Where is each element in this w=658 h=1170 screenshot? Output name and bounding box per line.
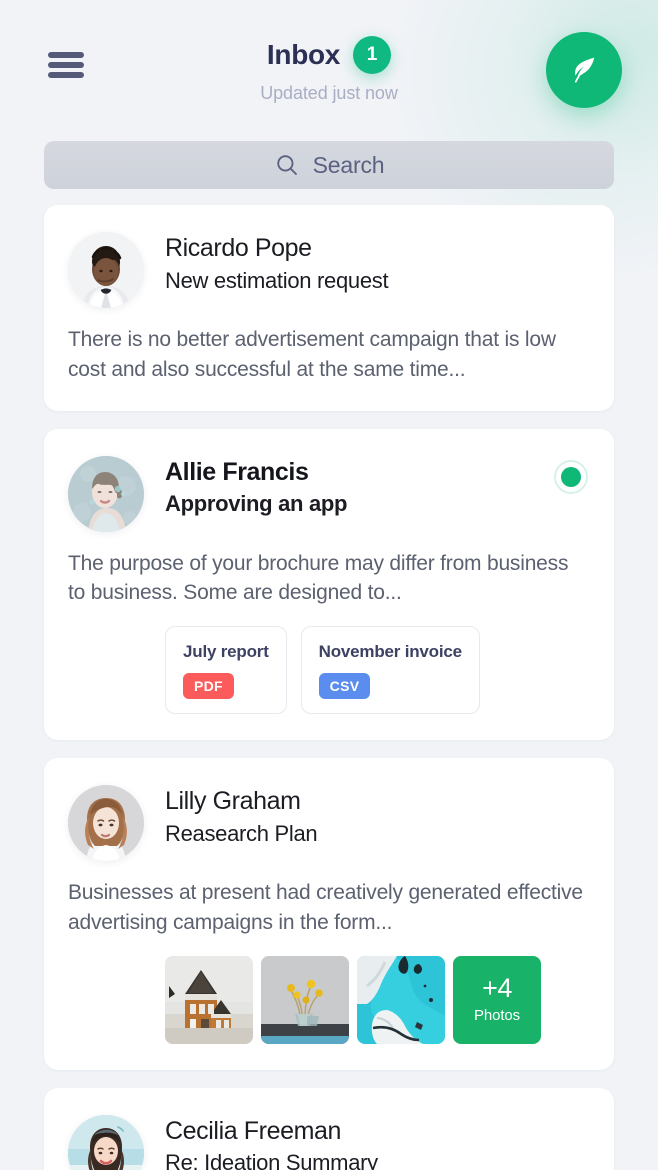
- message-subject: New estimation request: [165, 267, 389, 293]
- compose-button[interactable]: [546, 32, 622, 108]
- avatar-lilly-graham: [68, 785, 144, 862]
- photo-victorian-house-snow[interactable]: [165, 955, 253, 1044]
- message-header: Lilly Graham Reasearch Plan: [68, 785, 590, 862]
- photo-attachment-list: +4 Photos: [68, 955, 590, 1044]
- attachment-item[interactable]: July report PDF: [165, 626, 287, 715]
- feather-quill-icon: [574, 57, 595, 83]
- attachment-name: November invoice: [318, 642, 462, 662]
- search-placeholder: Search: [312, 151, 385, 178]
- message-list: Ricardo Pope New estimation request Ther…: [0, 205, 658, 1170]
- avatar-allie-francis: [68, 455, 144, 532]
- message-subject: Approving an app: [165, 491, 348, 517]
- message-card[interactable]: Lilly Graham Reasearch Plan Businesses a…: [44, 758, 614, 1070]
- more-photos-label: Photos: [473, 1007, 521, 1025]
- more-photos-count: +4: [482, 973, 512, 1004]
- unread-count-badge: 1: [353, 36, 392, 74]
- message-card[interactable]: Cecilia Freeman Re: Ideation Summary Pos…: [44, 1087, 614, 1170]
- message-header: Cecilia Freeman Re: Ideation Summary: [68, 1114, 590, 1170]
- message-subject: Re: Ideation Summary: [165, 1150, 378, 1170]
- message-header: Ricardo Pope New estimation request: [68, 232, 590, 308]
- more-photos-button[interactable]: +4 Photos: [453, 955, 541, 1044]
- photo-aerial-turquoise-coast[interactable]: [357, 955, 445, 1044]
- sender-name: Allie Francis: [165, 457, 309, 486]
- sender-name: Ricardo Pope: [165, 234, 312, 262]
- message-meta: Ricardo Pope New estimation request: [165, 232, 389, 308]
- attachment-name: July report: [183, 642, 269, 662]
- unread-indicator-dot: [554, 459, 588, 494]
- message-meta: Allie Francis Approving an app: [165, 456, 348, 532]
- search-icon: [276, 155, 297, 175]
- attachment-list: July report PDF November invoice CSV: [68, 626, 590, 715]
- message-preview: The purpose of your brochure may differ …: [68, 551, 569, 605]
- message-meta: Lilly Graham Reasearch Plan: [165, 785, 318, 861]
- message-preview: There is no better advertisement campaig…: [68, 328, 556, 381]
- attachment-type-badge: PDF: [183, 673, 234, 700]
- attachment-item[interactable]: November invoice CSV: [300, 626, 480, 715]
- sender-name: Lilly Graham: [165, 787, 301, 816]
- search-input[interactable]: Search: [44, 141, 614, 189]
- message-subject: Reasearch Plan: [165, 820, 318, 846]
- photo-yellow-flowers-vase[interactable]: [261, 955, 349, 1044]
- message-preview: Businesses at present had creatively gen…: [68, 881, 583, 935]
- sender-name: Cecilia Freeman: [165, 1116, 342, 1145]
- message-meta: Cecilia Freeman Re: Ideation Summary: [165, 1115, 378, 1170]
- app-header: Inbox 1 Updated just now: [0, 0, 658, 140]
- attachment-type-badge: CSV: [318, 673, 371, 700]
- message-card[interactable]: Ricardo Pope New estimation request Ther…: [44, 205, 614, 411]
- message-card[interactable]: Allie Francis Approving an app The purpo…: [44, 428, 614, 741]
- avatar-cecilia-freeman: [68, 1114, 144, 1170]
- message-header: Allie Francis Approving an app: [68, 455, 590, 532]
- inbox-screen: Inbox 1 Updated just now Search Ricardo …: [0, 0, 658, 1170]
- page-title: Inbox: [266, 39, 341, 70]
- avatar-ricardo-pope: [68, 232, 144, 308]
